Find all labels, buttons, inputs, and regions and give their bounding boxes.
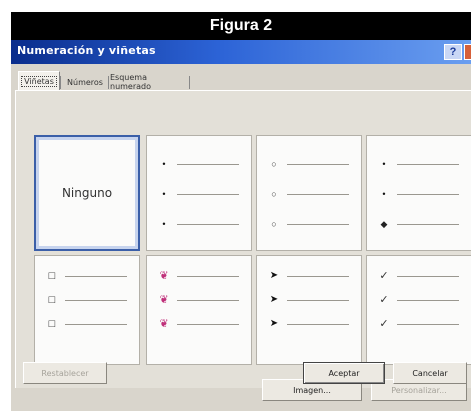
text-line: [397, 163, 459, 165]
reset-button[interactable]: Restablecer: [23, 362, 107, 384]
text-line: [177, 223, 239, 225]
pink-pointer-icon: ❦: [159, 318, 169, 330]
text-line: [287, 163, 349, 165]
tab-divider: [60, 76, 61, 89]
reset-button-label: Restablecer: [41, 368, 89, 378]
square-icon: □: [48, 318, 56, 330]
bullet-option-square[interactable]: □ □ □: [34, 255, 140, 365]
text-line: [397, 223, 459, 225]
bullets-panel: Ninguno • • • ○ ○ ○ • • ◆ □ □ □ ❦ ❦ ❦ ➤ …: [15, 90, 471, 401]
tab-label: Esquema numerado: [110, 73, 152, 91]
bullet-option-filled-dot[interactable]: • • •: [146, 135, 252, 251]
text-line: [177, 163, 239, 165]
bullet-option-pink-pointer[interactable]: ❦ ❦ ❦: [146, 255, 252, 365]
none-label: Ninguno: [61, 186, 113, 200]
image-button-label: Imagen...: [293, 385, 331, 395]
bullet-option-none[interactable]: Ninguno: [34, 135, 140, 251]
check-icon: ✓: [379, 294, 389, 306]
text-line: [287, 193, 349, 195]
close-button[interactable]: [464, 44, 471, 60]
tab-numeros[interactable]: Números: [63, 73, 107, 91]
diamond-icon: ◆: [380, 219, 388, 229]
text-line: [177, 323, 239, 325]
bullet-option-arrow[interactable]: ➤ ➤ ➤: [256, 255, 362, 365]
text-line: [287, 323, 349, 325]
square-icon: □: [48, 294, 56, 306]
dialog-title: Numeración y viñetas: [17, 44, 156, 57]
check-icon: ✓: [379, 270, 389, 282]
square-icon: □: [48, 270, 56, 282]
hollow-dot-icon: ○: [271, 189, 277, 199]
text-line: [65, 275, 127, 277]
text-line: [287, 223, 349, 225]
tab-vinetas[interactable]: Viñetas: [18, 71, 60, 91]
arrow-icon: ➤: [269, 318, 279, 329]
text-line: [65, 299, 127, 301]
filled-dot-icon: •: [162, 189, 166, 199]
hollow-dot-icon: ○: [271, 219, 277, 229]
tab-label: Números: [67, 77, 103, 87]
filled-dot-icon: •: [162, 159, 166, 169]
text-line: [65, 323, 127, 325]
hollow-dot-icon: ○: [271, 159, 277, 169]
accept-button-label: Aceptar: [328, 368, 360, 378]
bullet-option-check[interactable]: ✓ ✓ ✓: [366, 255, 471, 365]
arrow-icon: ➤: [269, 294, 279, 305]
help-icon: ?: [449, 46, 457, 58]
tab-divider: [108, 76, 109, 89]
text-line: [287, 275, 349, 277]
text-line: [397, 193, 459, 195]
title-bar[interactable]: Numeración y viñetas ?: [11, 40, 471, 64]
customize-button-label: Personalizar...: [391, 385, 447, 395]
accept-button[interactable]: Aceptar: [303, 362, 385, 384]
text-line: [177, 193, 239, 195]
filled-dot-icon: •: [382, 159, 386, 169]
bullet-option-hollow-dot[interactable]: ○ ○ ○: [256, 135, 362, 251]
tab-divider: [189, 76, 190, 89]
text-line: [177, 275, 239, 277]
text-line: [397, 323, 459, 325]
bullets-numbering-dialog: Numeración y viñetas ? Viñetas Números E…: [11, 40, 471, 411]
text-line: [397, 275, 459, 277]
filled-dot-icon: •: [162, 219, 166, 229]
filled-dot-icon: •: [382, 189, 386, 199]
check-icon: ✓: [379, 318, 389, 330]
figure-caption: Figura 2: [11, 12, 471, 40]
cancel-button-label: Cancelar: [412, 368, 448, 378]
pink-pointer-icon: ❦: [159, 270, 169, 282]
help-button[interactable]: ?: [444, 44, 462, 60]
text-line: [177, 299, 239, 301]
bullet-option-diamond[interactable]: • • ◆: [366, 135, 471, 251]
text-line: [287, 299, 349, 301]
tab-esquema-numerado[interactable]: Esquema numerado: [110, 73, 188, 91]
text-line: [397, 299, 459, 301]
tab-label: Viñetas: [21, 76, 57, 87]
cancel-button[interactable]: Cancelar: [393, 362, 467, 384]
arrow-icon: ➤: [269, 270, 279, 281]
pink-pointer-icon: ❦: [159, 294, 169, 306]
